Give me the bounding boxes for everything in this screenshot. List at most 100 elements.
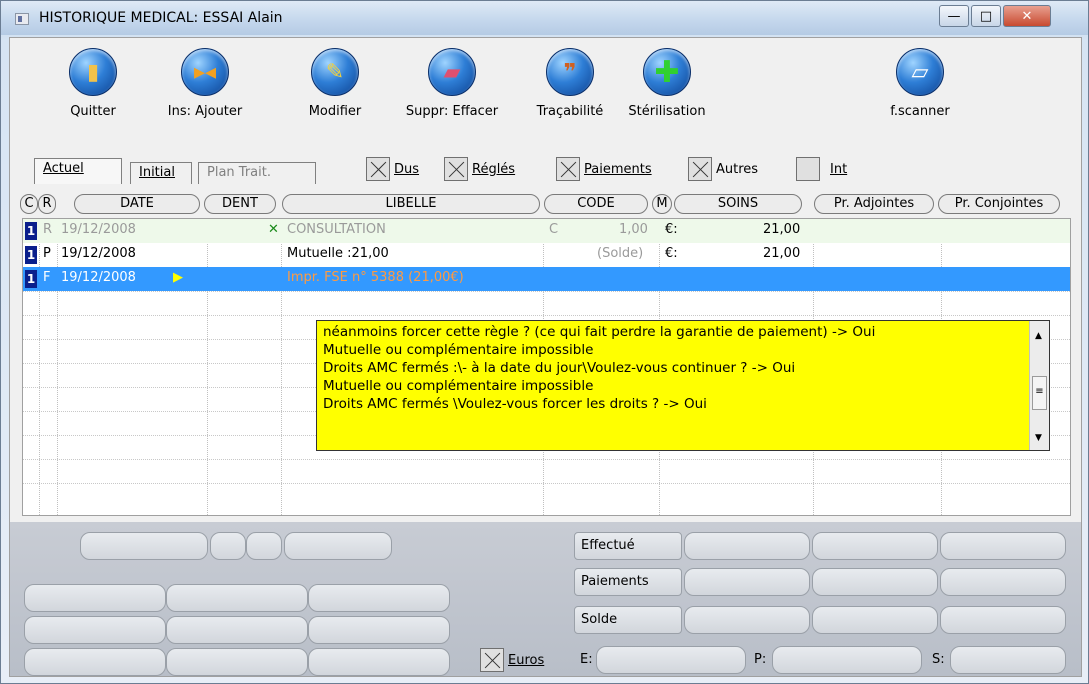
summary-field[interactable] xyxy=(166,648,308,676)
solde-field[interactable] xyxy=(940,606,1066,634)
row-date: 19/12/2008 xyxy=(61,222,136,237)
table-row-selected[interactable]: 1 F 19/12/2008 ▶ Impr. FSE n° 5388 (21,0… xyxy=(23,267,1070,291)
scanner-button[interactable]: ▱ f.scanner xyxy=(880,48,960,119)
summary-panel: Euros Effectué Paiements Solde E: P: S: xyxy=(10,522,1081,676)
e-label: E: xyxy=(580,652,593,667)
filter-int[interactable]: Int xyxy=(796,157,847,181)
green-cross-icon: ✚ xyxy=(643,48,691,96)
checkbox-unchecked-icon xyxy=(796,157,820,181)
summary-field[interactable] xyxy=(80,532,208,560)
note-line: Droits AMC fermés \Voulez-vous forcer le… xyxy=(323,396,707,412)
note-popup[interactable]: néanmoins forcer cette règle ? (ce qui f… xyxy=(316,320,1050,451)
edit-button[interactable]: ✎ Modifier xyxy=(300,48,370,119)
summary-field[interactable] xyxy=(246,532,282,560)
steril-button[interactable]: ✚ Stérilisation xyxy=(622,48,712,119)
summary-field[interactable] xyxy=(308,616,450,644)
eraser-icon: ▰ xyxy=(428,48,476,96)
effectue-field[interactable] xyxy=(684,532,810,560)
trace-button[interactable]: ❞ Traçabilité xyxy=(530,48,610,119)
grid-divider xyxy=(23,315,1070,316)
summary-field[interactable] xyxy=(24,616,166,644)
filter-paiements[interactable]: Paiements xyxy=(556,157,652,181)
grid-divider xyxy=(23,291,1070,292)
col-header-dent[interactable]: DENT xyxy=(204,194,276,214)
col-header-libelle[interactable]: LIBELLE xyxy=(282,194,540,214)
row-libelle: Impr. FSE n° 5388 (21,00€) xyxy=(287,270,464,285)
row-type: P xyxy=(43,246,51,261)
scroll-thumb[interactable]: ≡ xyxy=(1032,376,1047,410)
scroll-up-icon[interactable]: ▲ xyxy=(1035,327,1042,345)
summary-field[interactable] xyxy=(284,532,392,560)
effectue-field[interactable] xyxy=(812,532,938,560)
pencil-icon: ✎ xyxy=(311,48,359,96)
summary-field[interactable] xyxy=(166,584,308,612)
door-icon: ▮ xyxy=(69,48,117,96)
tab-plan[interactable]: Plan Trait. xyxy=(198,162,316,184)
close-button[interactable]: ✕ xyxy=(1003,5,1051,27)
note-line: Droits AMC fermés :\- à la date du jour\… xyxy=(323,360,796,376)
summary-field[interactable] xyxy=(24,648,166,676)
checkbox-checked-icon xyxy=(688,157,712,181)
col-header-c[interactable]: C xyxy=(20,194,38,214)
filter-autres[interactable]: Autres xyxy=(688,157,758,181)
quit-button[interactable]: ▮ Quitter xyxy=(58,48,128,119)
e-field[interactable] xyxy=(596,646,746,674)
summary-field[interactable] xyxy=(166,616,308,644)
col-header-r[interactable]: R xyxy=(38,194,56,214)
p-field[interactable] xyxy=(772,646,922,674)
solde-field[interactable] xyxy=(684,606,810,634)
row-libelle: CONSULTATION xyxy=(287,222,386,237)
maximize-button[interactable]: □ xyxy=(971,5,1001,27)
row-type: R xyxy=(43,222,53,237)
summary-field[interactable] xyxy=(308,648,450,676)
p-label: P: xyxy=(754,652,767,667)
col-header-adjointes[interactable]: Pr. Adjointes xyxy=(814,194,934,214)
col-header-date[interactable]: DATE xyxy=(74,194,200,214)
row-code: (Solde) xyxy=(597,246,644,261)
note-line: néanmoins forcer cette règle ? (ce qui f… xyxy=(323,324,876,340)
solde-label-box: Solde xyxy=(574,606,682,634)
scroll-down-icon[interactable]: ▼ xyxy=(1035,429,1042,447)
row-soins: 21,00 xyxy=(763,222,801,237)
row-date: 19/12/2008 xyxy=(61,270,136,285)
col-header-m[interactable]: M xyxy=(652,194,672,214)
add-button[interactable]: ▸◂ Ins: Ajouter xyxy=(160,48,250,119)
col-header-soins[interactable]: SOINS xyxy=(674,194,802,214)
col-header-code[interactable]: CODE xyxy=(544,194,648,214)
row-coef: 1,00 xyxy=(619,222,648,237)
euros-checkbox[interactable]: Euros xyxy=(480,648,544,672)
row-count-badge: 1 xyxy=(25,246,37,264)
row-count-badge: 1 xyxy=(25,222,37,240)
row-currency: €: xyxy=(665,222,678,237)
s-field[interactable] xyxy=(950,646,1066,674)
paiements-field[interactable] xyxy=(812,568,938,596)
history-grid[interactable]: 1 R 19/12/2008 ✕ CONSULTATION C 1,00 €: … xyxy=(22,218,1071,516)
effectue-field[interactable] xyxy=(940,532,1066,560)
col-header-conjointes[interactable]: Pr. Conjointes xyxy=(938,194,1060,214)
table-row[interactable]: 1 R 19/12/2008 ✕ CONSULTATION C 1,00 €: … xyxy=(23,219,1070,243)
delete-button[interactable]: ▰ Suppr: Effacer xyxy=(392,48,512,119)
table-row[interactable]: 1 P 19/12/2008 Mutuelle :21,00 (Solde) €… xyxy=(23,243,1070,267)
s-label: S: xyxy=(932,652,945,667)
tab-initial[interactable]: Initial xyxy=(130,162,192,184)
note-scrollbar[interactable]: ▲ ≡ ▼ xyxy=(1029,321,1049,450)
summary-field[interactable] xyxy=(210,532,246,560)
filter-dus[interactable]: Dus xyxy=(366,157,419,181)
title-bar: HISTORIQUE MEDICAL: ESSAI Alain — □ ✕ xyxy=(1,1,1088,35)
solde-field[interactable] xyxy=(812,606,938,634)
paiements-field[interactable] xyxy=(940,568,1066,596)
paiements-field[interactable] xyxy=(684,568,810,596)
filter-regles[interactable]: Réglés xyxy=(444,157,515,181)
check-mark-icon: ✕ xyxy=(268,222,279,237)
checkbox-checked-icon xyxy=(556,157,580,181)
row-date: 19/12/2008 xyxy=(61,246,136,261)
minimize-button[interactable]: — xyxy=(939,5,969,27)
tab-actuel[interactable]: Actuel xyxy=(34,158,122,184)
row-code: C xyxy=(549,222,559,237)
row-libelle: Mutuelle :21,00 xyxy=(287,246,389,261)
app-window: HISTORIQUE MEDICAL: ESSAI Alain — □ ✕ ▮ … xyxy=(0,0,1089,684)
summary-field[interactable] xyxy=(308,584,450,612)
scanner-icon: ▱ xyxy=(896,48,944,96)
note-line: Mutuelle ou complémentaire impossible xyxy=(323,342,594,358)
summary-field[interactable] xyxy=(24,584,166,612)
